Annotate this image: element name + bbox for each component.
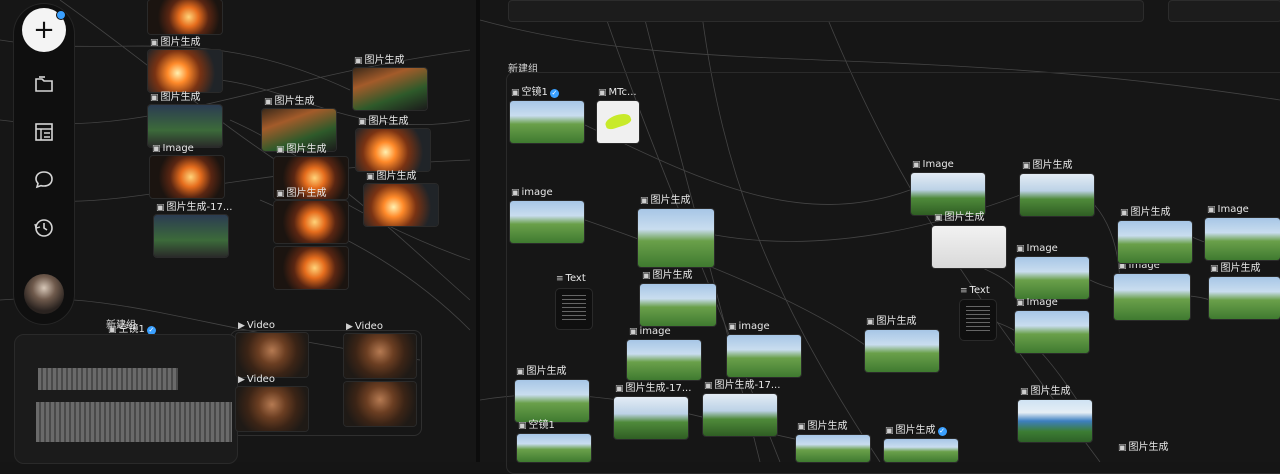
node-label: ▣ Image <box>912 159 954 170</box>
node-label: ≡ Text <box>556 273 586 284</box>
node-label: ▣ 图片生成-17... <box>156 202 233 213</box>
node-label: ▣ 图片生成 <box>276 188 327 199</box>
image-thumbnail[interactable] <box>1118 221 1192 263</box>
node-label: ▣ Image <box>152 143 194 154</box>
image-thumbnail[interactable] <box>1209 277 1280 319</box>
image-thumbnail[interactable] <box>148 0 222 34</box>
video-thumbnail[interactable] <box>344 334 416 378</box>
node-label: ▣ 图片生成 <box>1210 263 1261 274</box>
node-label: ▣ image <box>511 187 553 198</box>
image-thumbnail[interactable] <box>510 101 584 143</box>
image-thumbnail[interactable] <box>510 201 584 243</box>
node-label: ▣ 空镜1 <box>518 420 555 431</box>
node-label: ≡ Text <box>960 285 990 296</box>
video-thumbnail[interactable] <box>236 333 308 377</box>
image-thumbnail[interactable] <box>1205 218 1280 260</box>
node-label: ▣ 图片生成 <box>797 421 848 432</box>
image-thumbnail[interactable] <box>148 50 222 92</box>
user-avatar[interactable] <box>24 274 64 314</box>
image-thumbnail[interactable] <box>1114 274 1190 320</box>
text-node[interactable] <box>960 300 996 340</box>
history-icon[interactable] <box>30 214 58 242</box>
image-thumbnail[interactable] <box>274 247 348 289</box>
image-thumbnail[interactable] <box>627 340 701 380</box>
node-label: ▣ 图片生成-17... <box>615 383 692 394</box>
top-frame <box>1168 0 1280 22</box>
image-thumbnail[interactable] <box>638 209 714 267</box>
node-label: ▣ 图片生成 <box>264 96 315 107</box>
node-label: ▣ 图片生成-17... <box>704 380 781 391</box>
node-label: ▣ image <box>728 321 770 332</box>
node-label: ▣ 图片生成 <box>1020 386 1071 397</box>
node-label: ▶ Video <box>238 374 275 385</box>
verified-icon: ✓ <box>549 88 559 98</box>
image-thumbnail[interactable] <box>911 173 985 215</box>
image-thumbnail[interactable] <box>154 215 228 257</box>
minimap-preview <box>36 402 232 442</box>
layout-icon[interactable] <box>30 118 58 146</box>
verified-icon: ✓ <box>937 426 947 436</box>
image-thumbnail[interactable] <box>515 380 589 422</box>
node-label: ▣ 图片生成 <box>1120 207 1171 218</box>
node-label: ▶ Video <box>238 320 275 331</box>
video-thumbnail[interactable] <box>344 382 416 426</box>
node-label: ▶ Video <box>346 321 383 332</box>
node-label: ▣ 图片生成 <box>354 55 405 66</box>
minimap-panel <box>14 334 238 464</box>
node-label: ▣ 图片生成 <box>934 212 985 223</box>
image-thumbnail[interactable] <box>517 434 591 462</box>
image-thumbnail[interactable] <box>884 439 958 462</box>
image-thumbnail[interactable] <box>703 394 777 436</box>
video-thumbnail[interactable] <box>236 387 308 431</box>
node-label: ▣ 空镜1 ✓ <box>511 87 559 98</box>
node-label: ▣ 图片生成 <box>516 366 567 377</box>
image-thumbnail[interactable] <box>614 397 688 439</box>
image-thumbnail[interactable] <box>364 184 438 226</box>
node-label: ▣ 图片生成 ✓ <box>885 425 947 436</box>
node-label: ▣ 图片生成 <box>276 144 327 155</box>
minimap-preview <box>38 368 178 390</box>
image-thumbnail[interactable] <box>727 335 801 377</box>
image-thumbnail[interactable] <box>597 101 639 143</box>
image-thumbnail[interactable] <box>356 129 430 171</box>
node-label: ▣ 图片生成 <box>366 171 417 182</box>
notification-dot <box>56 10 66 20</box>
image-thumbnail[interactable] <box>1015 257 1089 299</box>
image-thumbnail[interactable] <box>865 330 939 372</box>
canvas-divider <box>476 0 480 462</box>
node-label: ▣ 图片生成 <box>1022 160 1073 171</box>
image-thumbnail[interactable] <box>353 68 427 110</box>
text-node[interactable] <box>556 289 592 329</box>
image-thumbnail[interactable] <box>150 156 224 198</box>
folder-icon[interactable] <box>30 70 58 98</box>
image-thumbnail[interactable] <box>274 201 348 243</box>
node-label: ▣ 图片生成 <box>642 270 693 281</box>
image-thumbnail[interactable] <box>1018 400 1092 442</box>
node-label: ▣ image <box>629 326 671 337</box>
node-label: ▣ 图片生成 <box>1118 442 1169 453</box>
image-thumbnail[interactable] <box>640 284 716 326</box>
node-label: ▣ 图片生成 <box>866 316 917 327</box>
node-label: ▣ 图片生成 <box>150 92 201 103</box>
top-frame <box>508 0 1144 22</box>
image-thumbnail[interactable] <box>148 105 222 147</box>
node-label: ▣ Image <box>1016 297 1058 308</box>
node-label: ▣ MTc... <box>598 87 637 98</box>
image-thumbnail[interactable] <box>1020 174 1094 216</box>
image-thumbnail[interactable] <box>796 435 870 462</box>
workflow-canvas[interactable]: + ▣ 图片生成 ▣ 图片生成 ▣ 图片生成 ▣ 图片生成 ▣ 图片生成 ▣ Image ▣… <box>0 0 1280 474</box>
node-label: ▣ Image <box>1016 243 1058 254</box>
node-label: ▣ 图片生成 <box>150 37 201 48</box>
node-label: ▣ 图片生成 <box>640 195 691 206</box>
image-thumbnail[interactable] <box>1015 311 1089 353</box>
node-label: ▣ Image <box>1207 204 1249 215</box>
node-label: ▣ 图片生成 <box>358 116 409 127</box>
image-thumbnail[interactable] <box>932 226 1006 268</box>
chat-bubble-icon[interactable] <box>30 166 58 194</box>
